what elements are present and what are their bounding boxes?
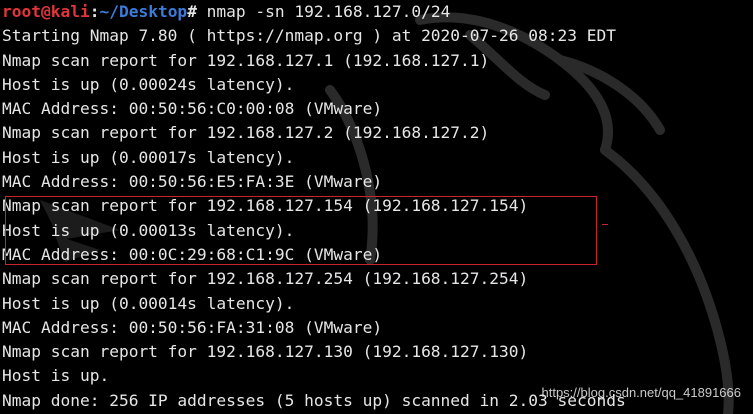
output-line: MAC Address: 00:50:56:E5:FA:3E (VMware) bbox=[2, 172, 383, 192]
prompt-user: root@kali bbox=[2, 2, 90, 21]
command-text: nmap -sn 192.168.127.0/24 bbox=[196, 2, 451, 21]
highlight-tick bbox=[602, 224, 608, 225]
output-line: MAC Address: 00:50:56:FA:31:08 (VMware) bbox=[2, 317, 383, 337]
terminal-window[interactable]: root@kali:~/Desktop# nmap -sn 192.168.12… bbox=[0, 0, 753, 414]
output-line: Nmap scan report for 192.168.127.154 (19… bbox=[2, 196, 529, 216]
output-line: MAC Address: 00:0C:29:68:C1:9C (VMware) bbox=[2, 244, 383, 264]
prompt-symbol: # bbox=[187, 2, 197, 21]
output-line: Nmap scan report for 192.168.127.130 (19… bbox=[2, 342, 529, 362]
output-line: Host is up (0.00013s latency). bbox=[2, 220, 295, 240]
prompt-path: ~/Desktop bbox=[99, 2, 188, 21]
output-line: Host is up (0.00024s latency). bbox=[2, 74, 295, 94]
output-line: Host is up (0.00014s latency). bbox=[2, 293, 295, 313]
output-line: Host is up (0.00017s latency). bbox=[2, 147, 295, 167]
output-line: Nmap scan report for 192.168.127.254 (19… bbox=[2, 269, 529, 289]
output-line: MAC Address: 00:50:56:C0:00:08 (VMware) bbox=[2, 99, 383, 119]
terminal-output: root@kali:~/Desktop# nmap -sn 192.168.12… bbox=[2, 0, 751, 413]
output-line: Nmap scan report for 192.168.127.2 (192.… bbox=[2, 123, 490, 143]
prompt-separator: : bbox=[89, 2, 100, 21]
output-line: Nmap scan report for 192.168.127.1 (192.… bbox=[2, 50, 490, 70]
output-line: Starting Nmap 7.80 ( https://nmap.org ) … bbox=[2, 26, 616, 46]
command-line: root@kali:~/Desktop# nmap -sn 192.168.12… bbox=[2, 0, 751, 24]
watermark: https://blog.csdn.net/qq_41891666 bbox=[541, 385, 742, 400]
